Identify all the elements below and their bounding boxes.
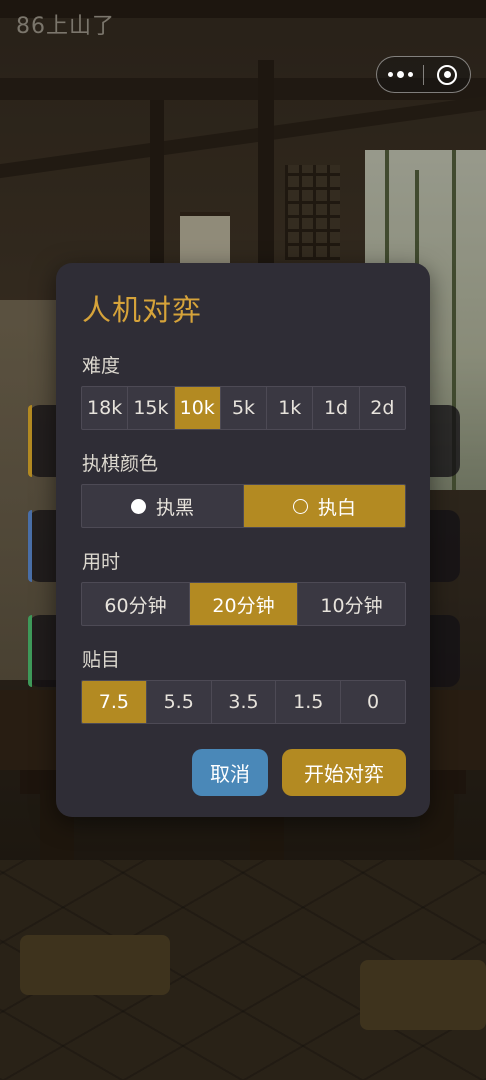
color-option-label: 执白 [317,496,356,519]
color-selector: 执黑 执白 [81,484,406,528]
komi-option[interactable]: 5.5 [147,681,212,723]
more-button[interactable] [377,57,423,92]
cancel-button[interactable]: 取消 [192,749,268,796]
komi-option-selected[interactable]: 7.5 [82,681,147,723]
difficulty-label: 难度 [82,355,121,377]
more-dots-icon [387,71,413,78]
difficulty-option-selected[interactable]: 10k [174,387,221,429]
dialog-title: 人机对弈 [82,293,203,327]
difficulty-option[interactable]: 5k [221,387,268,429]
difficulty-option[interactable]: 2d [360,387,405,429]
time-option[interactable]: 10分钟 [298,583,405,625]
komi-label: 贴目 [82,649,121,671]
app-title: 86上山了 [16,14,115,39]
start-game-button[interactable]: 开始对弈 [282,749,406,796]
time-option-selected[interactable]: 20分钟 [190,583,298,625]
close-button[interactable] [424,57,470,92]
mini-program-capsule [376,56,471,93]
target-close-icon [437,64,457,85]
color-option-white-selected[interactable]: 执白 [244,485,405,527]
white-stone-icon [292,498,308,514]
komi-option[interactable]: 1.5 [276,681,342,723]
time-label: 用时 [82,551,121,573]
difficulty-selector: 18k 15k 10k 5k 1k 1d 2d [81,386,406,430]
difficulty-option[interactable]: 15k [128,387,175,429]
color-option-black[interactable]: 执黑 [82,485,244,527]
komi-selector: 7.5 5.5 3.5 1.5 0 [81,680,406,724]
time-option[interactable]: 60分钟 [82,583,190,625]
difficulty-option[interactable]: 1k [267,387,314,429]
komi-option[interactable]: 3.5 [212,681,277,723]
difficulty-option[interactable]: 1d [313,387,360,429]
color-option-label: 执黑 [155,496,194,519]
ai-game-dialog: 人机对弈 难度 18k 15k 10k 5k 1k 1d 2d 执棋颜色 执黑 … [56,263,430,817]
komi-option[interactable]: 0 [341,681,405,723]
difficulty-option[interactable]: 18k [82,387,129,429]
black-stone-icon [130,498,146,514]
color-label: 执棋颜色 [82,453,159,475]
time-selector: 60分钟 20分钟 10分钟 [81,582,406,626]
